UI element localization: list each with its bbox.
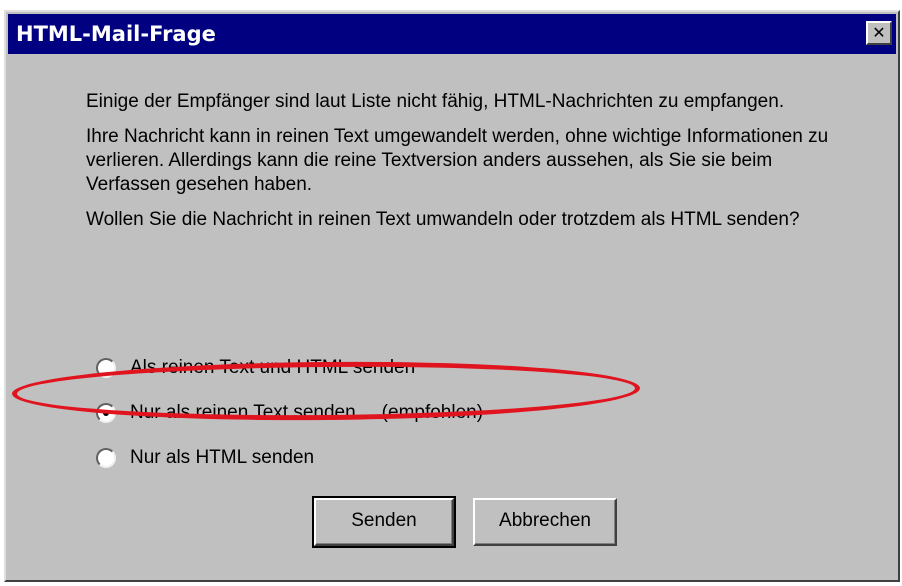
option-text-and-html[interactable]: Als reinen Text und HTML senden — [96, 345, 483, 390]
option-label: Nur als HTML senden — [130, 446, 315, 468]
html-mail-dialog: HTML-Mail-Frage ✕ Einige der Empfänger s… — [4, 10, 900, 582]
message-paragraph-3: Wollen Sie die Nachricht in reinen Text … — [86, 209, 800, 230]
option-html-only[interactable]: Nur als HTML senden — [96, 435, 483, 480]
close-button[interactable]: ✕ — [866, 21, 892, 45]
title-bar[interactable]: HTML-Mail-Frage ✕ — [8, 14, 896, 54]
radio-button[interactable] — [96, 447, 116, 468]
radio-button[interactable] — [96, 402, 116, 423]
message-paragraph-1: Einige der Empfänger sind laut Liste nic… — [86, 91, 785, 112]
send-button[interactable]: Senden — [312, 496, 456, 548]
close-icon: ✕ — [872, 23, 886, 42]
message-text: Einige der Empfänger sind laut Liste nic… — [86, 90, 846, 243]
option-label: Nur als reinen Text senden — [130, 401, 356, 423]
message-paragraph-2: Ihre Nachricht kann in reinen Text umgew… — [86, 126, 829, 195]
option-text-only[interactable]: Nur als reinen Text senden (empfohlen) — [96, 390, 483, 435]
send-format-options: Als reinen Text und HTML senden Nur als … — [96, 345, 483, 480]
radio-button[interactable] — [96, 357, 116, 378]
cancel-button[interactable]: Abbrechen — [473, 498, 617, 546]
option-label: Als reinen Text und HTML senden — [130, 356, 416, 378]
recommended-note: (empfohlen) — [381, 401, 484, 423]
window-title: HTML-Mail-Frage — [16, 22, 216, 46]
